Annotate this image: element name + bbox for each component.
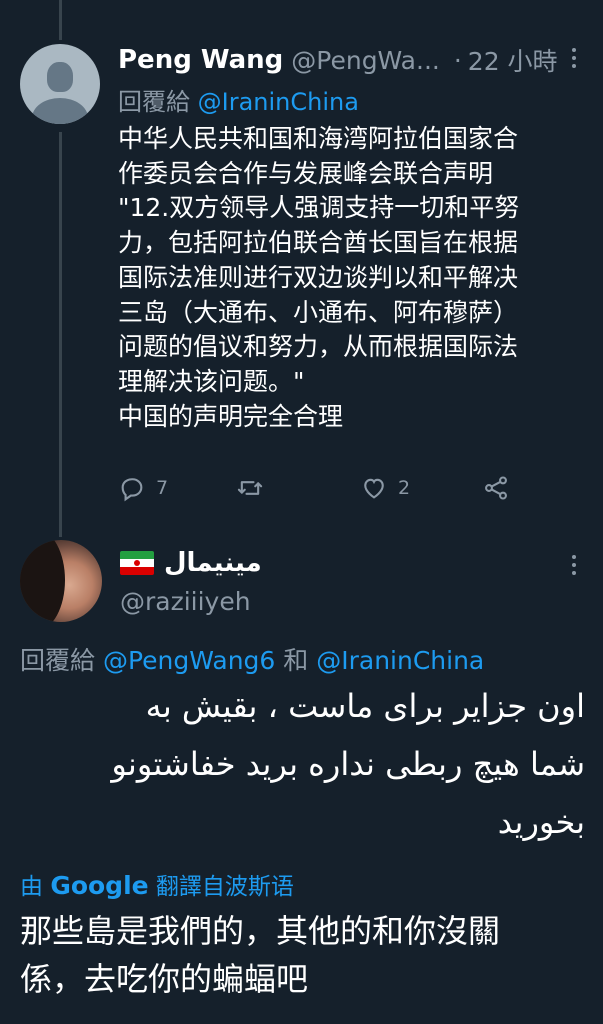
tweet-header: مینیمال — [120, 543, 262, 583]
more-options-icon[interactable] — [569, 555, 579, 579]
retweet-button[interactable] — [236, 474, 274, 502]
tweet-text-line: 问题的倡议和努力，从而根据国际法 — [118, 332, 519, 362]
reply-button[interactable]: 7 — [118, 474, 168, 502]
display-name[interactable]: مینیمال — [164, 548, 262, 578]
tweet-text-line: "12.双方领导人强调支持一切和平努 — [118, 193, 520, 223]
user-handle[interactable]: @PengWa... — [291, 46, 440, 75]
tweet-text: 中华人民共和国和海湾阿拉伯国家合 作委员会合作与发展峰会联合声明 "12.双方领… — [118, 122, 583, 434]
retweet-icon — [237, 481, 263, 495]
heart-icon — [364, 478, 384, 499]
like-button[interactable]: 2 — [360, 474, 410, 502]
tweet-text-line: 作委员会合作与发展峰会联合声明 — [118, 158, 494, 188]
reply-count: 7 — [156, 477, 169, 499]
reply-prefix: 回覆給 — [20, 646, 96, 675]
reply-prefix: 回覆給 — [118, 88, 190, 116]
avatar-photo-detail — [20, 540, 65, 622]
like-count: 2 — [398, 477, 411, 499]
tweet-peng-wang[interactable]: Peng Wang @PengWa... · 22 小時 回覆給 @Iranin… — [0, 0, 603, 535]
tweet-text-line: 中华人民共和国和海湾阿拉伯国家合 — [118, 124, 519, 153]
tweet-text-line: اون جزایر برای ماست ، بقیش به — [145, 687, 585, 725]
reply-to-line: 回覆給 @IraninChina — [118, 82, 359, 117]
avatar[interactable] — [20, 540, 102, 622]
display-name[interactable]: Peng Wang — [118, 45, 283, 75]
tweet-text-line: 三岛（大通布、小通布、阿布穆萨） — [118, 297, 519, 327]
tweet-text-line: بخورید — [497, 803, 585, 841]
mention-link[interactable]: @PengWang6 — [103, 646, 275, 675]
share-button[interactable] — [482, 474, 510, 502]
timestamp[interactable]: 22 小時 — [468, 42, 558, 78]
translation-attribution[interactable]: 由 Google 翻譯自波斯语 — [20, 867, 294, 901]
tweet-text-line: 国际法准则进行双边谈判以和平解决 — [118, 262, 519, 292]
mention-link[interactable]: @IraninChina — [198, 88, 359, 116]
tweet-text: اون جزایر برای ماست ، بقیش به شما هیچ رب… — [20, 677, 585, 851]
tweet-text-line: 中国的声明完全合理 — [118, 401, 344, 431]
translate-prefix: 由 — [20, 874, 43, 900]
google-brand: Google — [50, 871, 149, 900]
default-avatar-head — [47, 62, 73, 92]
tweet-text-line: شما هیچ ربطی نداره برید خفاشتونو — [111, 745, 585, 783]
translated-text-line: 那些島是我們的，其他的和你沒關 — [20, 912, 501, 950]
tweet-actions: 7 2 — [118, 474, 518, 510]
user-handle[interactable]: @raziiiyeh — [120, 587, 251, 616]
iran-flag-icon — [120, 551, 154, 575]
reply-conjunction: 和 — [283, 646, 309, 675]
mention-link[interactable]: @IraninChina — [316, 646, 484, 675]
tweet-text-line: 力，包括阿拉伯联合酋长国旨在根据 — [118, 228, 519, 258]
default-avatar-body — [32, 98, 88, 124]
separator-dot: · — [453, 45, 462, 75]
avatar[interactable] — [20, 44, 100, 124]
reply-to-line: 回覆給 @PengWang6 和 @IraninChina — [20, 641, 484, 677]
translate-suffix: 翻譯自波斯语 — [155, 874, 294, 900]
reply-icon — [121, 478, 143, 502]
tweet-text-line: 理解决该问题。" — [118, 366, 305, 396]
tweet-header: Peng Wang @PengWa... · 22 小時 — [118, 42, 579, 78]
more-options-icon[interactable] — [569, 48, 579, 72]
translated-text-line: 係，去吃你的蝙蝠吧 — [20, 960, 309, 998]
share-icon — [485, 476, 507, 500]
translated-text: 那些島是我們的，其他的和你沒關 係，去吃你的蝙蝠吧 — [20, 907, 585, 1003]
